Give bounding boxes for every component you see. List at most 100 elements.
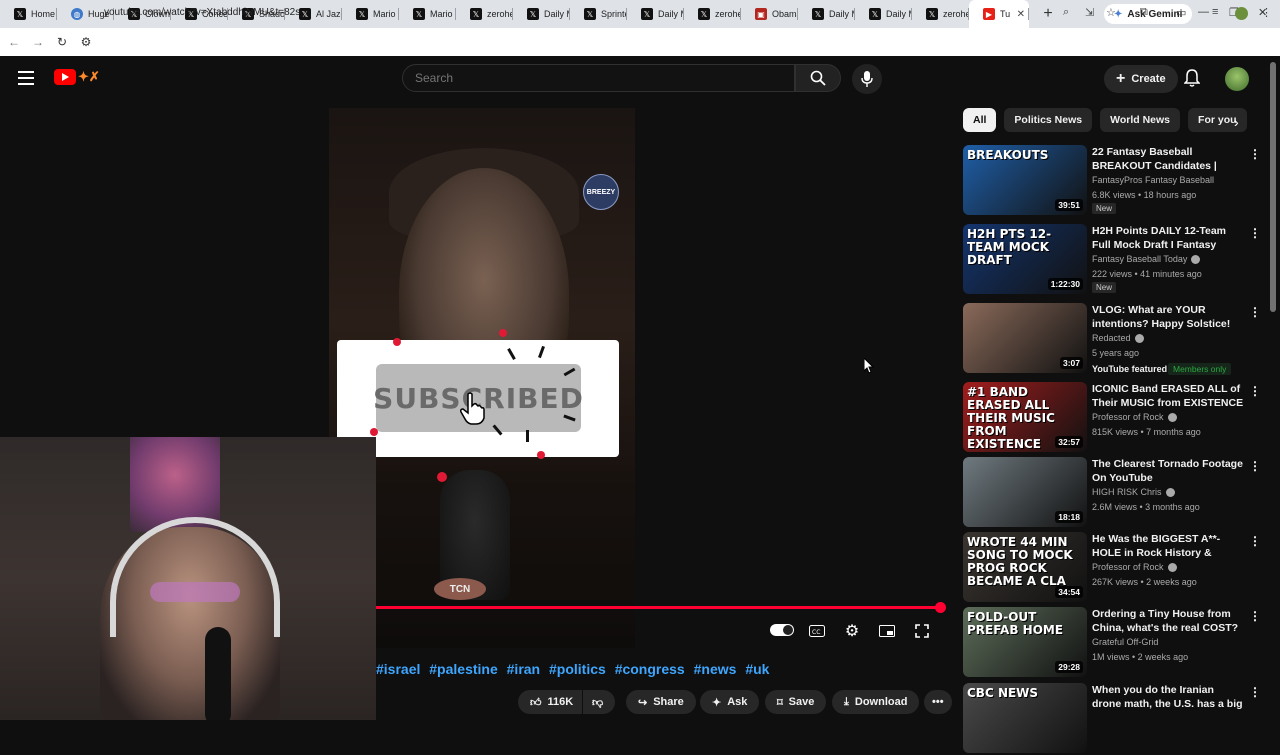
hashtag-link[interactable]: #congress: [615, 661, 685, 677]
recommended-video[interactable]: CBC NEWS When you do the Iranian drone ma…: [963, 683, 1263, 755]
chevron-right-icon[interactable]: ›: [1234, 114, 1239, 130]
zoom-icon[interactable]: ⌕: [1063, 6, 1069, 19]
video-thumbnail[interactable]: BREAKOUTS 39:51: [963, 145, 1087, 215]
chip-politics-news[interactable]: Politics News: [1004, 108, 1093, 132]
progress-bar[interactable]: [376, 606, 941, 609]
notifications-button[interactable]: [1183, 69, 1201, 92]
more-vertical-icon[interactable]: ⋮: [1249, 534, 1261, 548]
channel-name[interactable]: FantasyPros Fantasy Baseball: [1092, 175, 1214, 185]
extensions-icon[interactable]: ⧉: [1140, 6, 1148, 19]
more-vertical-icon[interactable]: ⋮: [1249, 685, 1261, 699]
bookmark-star-icon[interactable]: ☆: [1106, 6, 1116, 19]
more-vertical-icon[interactable]: ⋮: [1249, 384, 1261, 398]
channel-name[interactable]: HIGH RISK Chris: [1092, 487, 1175, 497]
browser-tab[interactable]: 𝕏zerohe: [684, 0, 741, 28]
video-thumbnail[interactable]: H2H PTS 12-TEAM MOCK DRAFT 1:22:30: [963, 224, 1087, 294]
hashtag-link[interactable]: #uk: [745, 661, 769, 677]
hashtag-link[interactable]: #politics: [549, 661, 606, 677]
channel-name[interactable]: Professor of Rock: [1092, 412, 1177, 422]
hashtag-link[interactable]: #news: [694, 661, 737, 677]
search-input[interactable]: [403, 65, 794, 91]
video-title[interactable]: H2H Points DAILY 12-Team Full Mock Draft…: [1092, 224, 1244, 252]
progress-scrubber[interactable]: [935, 602, 946, 613]
channel-name[interactable]: Grateful Off-Grid: [1092, 637, 1158, 647]
more-vertical-icon[interactable]: ⋮: [1249, 226, 1261, 240]
voice-search-button[interactable]: [852, 64, 882, 94]
browser-tab[interactable]: 𝕏 Mario N: [342, 0, 399, 28]
site-info-icon[interactable]: ⚙: [76, 32, 96, 52]
video-title[interactable]: He Was the BIGGEST A**-HOLE in Rock Hist…: [1092, 532, 1244, 560]
video-thumbnail[interactable]: CBC NEWS: [963, 683, 1087, 753]
install-icon[interactable]: ⇲: [1085, 6, 1094, 19]
more-actions-button[interactable]: •••: [924, 690, 952, 714]
video-thumbnail[interactable]: WROTE 44 MIN SONG TO MOCK PROG ROCK BECA…: [963, 532, 1087, 602]
captions-icon[interactable]: CC: [807, 622, 827, 640]
search-button[interactable]: [795, 64, 841, 92]
hashtag-link[interactable]: #iran: [507, 661, 540, 677]
browser-tab[interactable]: 𝕏zerohe: [912, 0, 969, 28]
autoplay-toggle[interactable]: [770, 624, 794, 636]
dislike-button[interactable]: 👎︎: [583, 690, 615, 714]
profile-avatar-icon[interactable]: [1235, 7, 1248, 20]
channel-name[interactable]: Professor of Rock: [1092, 562, 1177, 572]
more-vertical-icon[interactable]: ⋮: [1249, 609, 1261, 623]
miniplayer-icon[interactable]: [877, 622, 897, 640]
browser-tab[interactable]: 𝕏 Sprinte: [570, 0, 627, 28]
recommended-video[interactable]: 3:07 VLOG: What are YOUR intentions? Happ…: [963, 303, 1263, 375]
sidebar-icon[interactable]: ▭: [1176, 6, 1186, 19]
settings-gear-icon[interactable]: ⚙: [842, 622, 862, 640]
reload-icon[interactable]: ↻: [52, 32, 72, 52]
more-vertical-icon[interactable]: ⋮: [1249, 459, 1261, 473]
video-title[interactable]: ICONIC Band ERASED ALL of Their MUSIC fr…: [1092, 382, 1244, 410]
browser-tab[interactable]: ▣ Obama: [741, 0, 798, 28]
save-button[interactable]: ⌑ Save: [765, 690, 827, 714]
recommended-video[interactable]: #1 BAND ERASED ALL THEIR MUSIC FROM EXIS…: [963, 382, 1263, 454]
chip-all[interactable]: All: [963, 108, 997, 132]
video-title[interactable]: VLOG: What are YOUR intentions? Happy So…: [1092, 303, 1244, 331]
chip-world-news[interactable]: World News: [1100, 108, 1181, 132]
ask-button[interactable]: ✦ Ask: [700, 690, 760, 714]
back-icon[interactable]: ←: [4, 32, 24, 52]
hashtag-link[interactable]: #israel: [376, 661, 420, 677]
media-icon[interactable]: ≡: [1212, 6, 1218, 18]
browser-tab[interactable]: 𝕏 Home: [0, 0, 57, 28]
video-thumbnail[interactable]: #1 BAND ERASED ALL THEIR MUSIC FROM EXIS…: [963, 382, 1087, 452]
channel-name[interactable]: Redacted: [1092, 333, 1144, 343]
youtube-logo-icon[interactable]: [54, 69, 76, 85]
video-title[interactable]: 22 Fantasy Baseball BREAKOUT Candidates …: [1092, 145, 1244, 173]
custom-logo-icon[interactable]: ✦✗: [78, 69, 100, 85]
browser-tab[interactable]: 𝕏zerohe: [456, 0, 513, 28]
browser-tab[interactable]: 𝕏 Daily M: [855, 0, 912, 28]
browser-menu-icon[interactable]: ⋮: [1261, 6, 1272, 19]
channel-name[interactable]: Fantasy Baseball Today: [1092, 254, 1201, 264]
channel-watermark-badge[interactable]: BREEZY: [583, 174, 619, 210]
more-vertical-icon[interactable]: ⋮: [1249, 147, 1261, 161]
page-scrollbar[interactable]: [1270, 62, 1276, 312]
video-thumbnail[interactable]: 18:18: [963, 457, 1087, 527]
browser-tab[interactable]: ▶ Tu ✕: [969, 0, 1029, 28]
fullscreen-icon[interactable]: [912, 622, 932, 640]
browser-tab[interactable]: 𝕏 Daily M: [798, 0, 855, 28]
close-tab-icon[interactable]: ✕: [1017, 9, 1025, 20]
forward-icon[interactable]: →: [28, 32, 48, 52]
minimize-icon[interactable]: —: [1198, 6, 1209, 18]
hashtag-link[interactable]: #palestine: [429, 661, 497, 677]
video-title[interactable]: The Clearest Tornado Footage On YouTube: [1092, 457, 1244, 485]
browser-tab[interactable]: 𝕏 Daily M: [513, 0, 570, 28]
browser-tab[interactable]: 𝕏 Mario N: [399, 0, 456, 28]
recommended-video[interactable]: BREAKOUTS 39:51 22 Fantasy Baseball BREAKO…: [963, 145, 1263, 217]
video-thumbnail[interactable]: FOLD-OUT PREFAB HOME 29:28: [963, 607, 1087, 677]
more-vertical-icon[interactable]: ⋮: [1249, 305, 1261, 319]
account-avatar[interactable]: [1225, 67, 1249, 91]
recommended-video[interactable]: H2H PTS 12-TEAM MOCK DRAFT 1:22:30 H2H Poi…: [963, 224, 1263, 296]
recommended-video[interactable]: WROTE 44 MIN SONG TO MOCK PROG ROCK BECA…: [963, 532, 1263, 604]
video-title[interactable]: Ordering a Tiny House from China, what's…: [1092, 607, 1244, 635]
recommended-video[interactable]: FOLD-OUT PREFAB HOME 29:28 Ordering a Tiny…: [963, 607, 1263, 679]
share-button[interactable]: ↪ Share: [626, 690, 696, 714]
like-button[interactable]: 👍︎ 116K: [518, 690, 582, 714]
new-tab-icon[interactable]: +: [1037, 3, 1059, 25]
create-button[interactable]: + Create: [1104, 65, 1178, 93]
recommended-video[interactable]: 18:18 The Clearest Tornado Footage On You…: [963, 457, 1263, 529]
menu-icon[interactable]: [18, 71, 34, 85]
video-title[interactable]: When you do the Iranian drone math, the …: [1092, 683, 1244, 711]
